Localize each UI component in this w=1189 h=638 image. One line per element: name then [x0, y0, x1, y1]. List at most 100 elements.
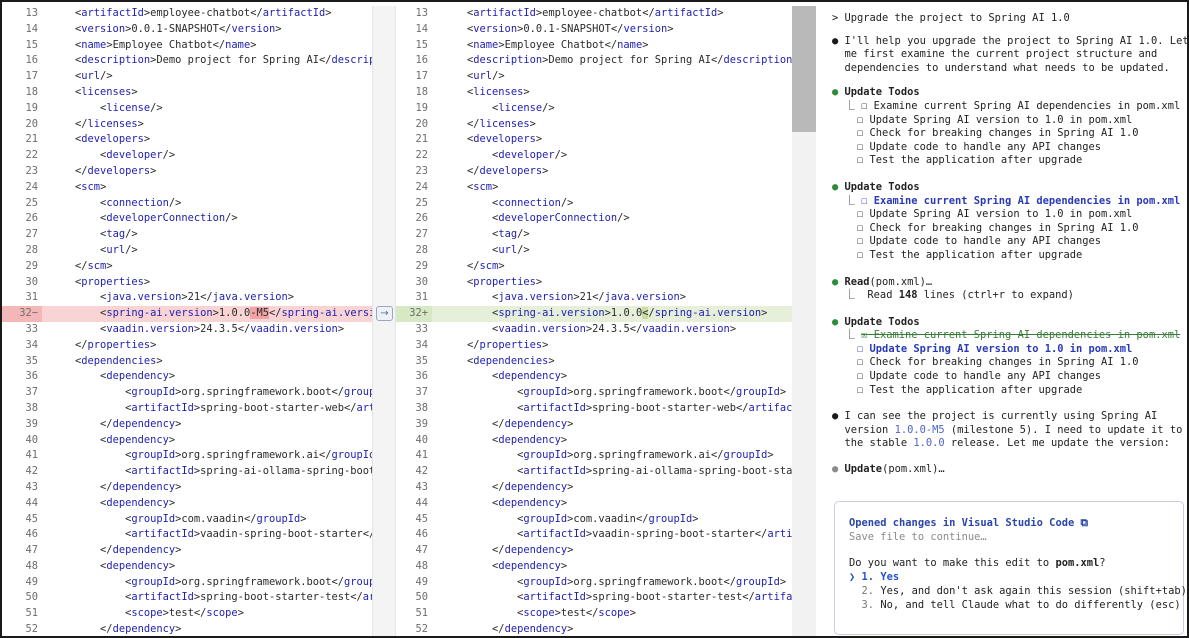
line-number: 26: [25, 212, 38, 225]
code-line[interactable]: 41 <groupId>org.springframework.ai</grou…: [2, 448, 372, 464]
code-line[interactable]: 24 <scm>: [2, 180, 372, 196]
code-line[interactable]: 31 <java.version>21</java.version>: [2, 290, 372, 306]
scrollbar-thumb[interactable]: [792, 6, 816, 132]
code-line[interactable]: 52 </dependency>: [2, 622, 372, 636]
line-number: 48: [25, 559, 38, 572]
code-line[interactable]: 29 </scm>: [396, 259, 792, 275]
code-line[interactable]: 50 <artifactId>spring-boot-starter-test<…: [2, 590, 372, 606]
code-line[interactable]: 41 <groupId>org.springframework.ai</grou…: [396, 448, 792, 464]
code-line[interactable]: 48 <dependency>: [2, 559, 372, 575]
editor-scrollbar[interactable]: [792, 6, 816, 636]
code-line[interactable]: 19 <license/>: [2, 101, 372, 117]
code-line[interactable]: 14 <version>0.0.1-SNAPSHOT</version>: [2, 22, 372, 38]
code-line[interactable]: 17 <url/>: [396, 69, 792, 85]
line-number: 36: [25, 370, 38, 383]
code-line[interactable]: 35 <dependencies>: [396, 354, 792, 370]
code-line[interactable]: 22 <developer/>: [396, 148, 792, 164]
code-line[interactable]: 21 <developers>: [2, 132, 372, 148]
code-line[interactable]: 49 <groupId>org.springframework.boot</gr…: [396, 575, 792, 591]
code-line[interactable]: 13 <artifactId>employee-chatbot</artifac…: [2, 6, 372, 22]
code-line[interactable]: 20 </licenses>: [2, 117, 372, 133]
code-line[interactable]: 17 <url/>: [2, 69, 372, 85]
code-line[interactable]: 46 <artifactId>vaadin-spring-boot-starte…: [2, 527, 372, 543]
code-line[interactable]: 45 <groupId>com.vaadin</groupId>: [2, 512, 372, 528]
code-line[interactable]: 49 <groupId>org.springframework.boot</gr…: [2, 575, 372, 591]
code-line[interactable]: 43 </dependency>: [2, 480, 372, 496]
code-line[interactable]: 28 <url/>: [2, 243, 372, 259]
code-line[interactable]: 40 <dependency>: [396, 433, 792, 449]
code-line[interactable]: 47 </dependency>: [2, 543, 372, 559]
code-line[interactable]: 30 <properties>: [396, 275, 792, 291]
code-line[interactable]: 15 <name>Employee Chatbot</name>: [2, 38, 372, 54]
code-line[interactable]: 29 </scm>: [2, 259, 372, 275]
code-line[interactable]: 22 <developer/>: [2, 148, 372, 164]
code-line[interactable]: 25 <connection/>: [396, 196, 792, 212]
line-number: 24: [415, 180, 428, 193]
code-line[interactable]: 21 <developers>: [396, 132, 792, 148]
code-line[interactable]: 51 <scope>test</scope>: [2, 606, 372, 622]
code-line[interactable]: 14 <version>0.0.1-SNAPSHOT</version>: [396, 22, 792, 38]
diff-original-pane[interactable]: 13 <artifactId>employee-chatbot</artifac…: [2, 6, 372, 636]
code-line[interactable]: 26 <developerConnection/>: [396, 211, 792, 227]
code-line[interactable]: 47 </dependency>: [396, 543, 792, 559]
code-line[interactable]: 44 <dependency>: [396, 496, 792, 512]
code-line[interactable]: 42 <artifactId>spring-ai-ollama-spring-b…: [2, 464, 372, 480]
code-line[interactable]: 45 <groupId>com.vaadin</groupId>: [396, 512, 792, 528]
dialog-question: Do you want to make this edit to pom.xml…: [849, 557, 1106, 569]
code-line[interactable]: 34 </properties>: [396, 338, 792, 354]
line-number: 39: [415, 417, 428, 430]
line-number: 13: [415, 7, 428, 19]
code-line[interactable]: 51 <scope>test</scope>: [396, 606, 792, 622]
code-line[interactable]: 18 <licenses>: [396, 85, 792, 101]
code-text: </scm>: [50, 259, 113, 272]
code-line[interactable]: 33 <vaadin.version>24.3.5</vaadin.versio…: [396, 322, 792, 338]
code-line[interactable]: 15 <name>Employee Chatbot</name>: [396, 38, 792, 54]
diff-modified-pane[interactable]: 13 <artifactId>employee-chatbot</artifac…: [396, 6, 792, 636]
code-line[interactable]: 39 </dependency>: [396, 417, 792, 433]
code-line[interactable]: 36 <dependency>: [396, 369, 792, 385]
code-line[interactable]: 52 </dependency>: [396, 622, 792, 636]
code-line[interactable]: 30 <properties>: [2, 275, 372, 291]
code-line[interactable]: 31 <java.version>21</java.version>: [396, 290, 792, 306]
code-line-removed[interactable]: 32− <spring-ai.version>1.0.0-M5</spring-…: [2, 306, 372, 322]
edit-confirmation-dialog: Opened changes in Visual Studio Code ⧉ S…: [834, 501, 1187, 635]
code-line[interactable]: 28 <url/>: [396, 243, 792, 259]
code-line[interactable]: 20 </licenses>: [396, 117, 792, 133]
code-line[interactable]: 16 <description>Demo project for Spring …: [2, 53, 372, 69]
code-line[interactable]: 46 <artifactId>vaadin-spring-boot-starte…: [396, 527, 792, 543]
code-line[interactable]: 23 </developers>: [396, 164, 792, 180]
code-line[interactable]: 23 </developers>: [2, 164, 372, 180]
line-number: 23: [25, 164, 38, 177]
code-line[interactable]: 34 </properties>: [2, 338, 372, 354]
code-line[interactable]: 37 <groupId>org.springframework.boot</gr…: [2, 385, 372, 401]
code-line[interactable]: 44 <dependency>: [2, 496, 372, 512]
code-line[interactable]: 42 <artifactId>spring-ai-ollama-spring-b…: [396, 464, 792, 480]
code-line[interactable]: 38 <artifactId>spring-boot-starter-web</…: [2, 401, 372, 417]
code-line[interactable]: 13 <artifactId>employee-chatbot</artifac…: [396, 6, 792, 22]
code-line[interactable]: 38 <artifactId>spring-boot-starter-web</…: [396, 401, 792, 417]
code-line[interactable]: 35 <dependencies>: [2, 354, 372, 370]
option-yes[interactable]: ❯ 1. Yes: [849, 570, 1169, 584]
code-line[interactable]: 40 <dependency>: [2, 433, 372, 449]
code-line[interactable]: 36 <dependency>: [2, 369, 372, 385]
code-line[interactable]: 39 </dependency>: [2, 417, 372, 433]
code-line-added[interactable]: 32+ <spring-ai.version>1.0.0</spring-ai.…: [396, 306, 792, 322]
dialog-title[interactable]: Opened changes in Visual Studio Code ⧉: [849, 516, 1169, 530]
code-line[interactable]: 33 <vaadin.version>24.3.5</vaadin.versio…: [2, 322, 372, 338]
code-line[interactable]: 26 <developerConnection/>: [2, 211, 372, 227]
code-line[interactable]: 19 <license/>: [396, 101, 792, 117]
code-line[interactable]: 43 </dependency>: [396, 480, 792, 496]
code-line[interactable]: 27 <tag/>: [2, 227, 372, 243]
code-line[interactable]: 24 <scm>: [396, 180, 792, 196]
option-no[interactable]: 3. No, and tell Claude what to do differ…: [849, 598, 1181, 612]
revert-change-arrow-icon[interactable]: →: [376, 306, 393, 321]
code-line[interactable]: 27 <tag/>: [396, 227, 792, 243]
code-line[interactable]: 48 <dependency>: [396, 559, 792, 575]
code-text: <groupId>org.springframework.ai</groupId…: [442, 449, 774, 462]
option-yes-dont-ask[interactable]: 2. Yes, and don't ask again this session…: [849, 584, 1187, 598]
code-line[interactable]: 25 <connection/>: [2, 196, 372, 212]
code-line[interactable]: 37 <groupId>org.springframework.boot</gr…: [396, 385, 792, 401]
code-line[interactable]: 16 <description>Demo project for Spring …: [396, 53, 792, 69]
code-line[interactable]: 50 <artifactId>spring-boot-starter-test<…: [396, 590, 792, 606]
code-line[interactable]: 18 <licenses>: [2, 85, 372, 101]
